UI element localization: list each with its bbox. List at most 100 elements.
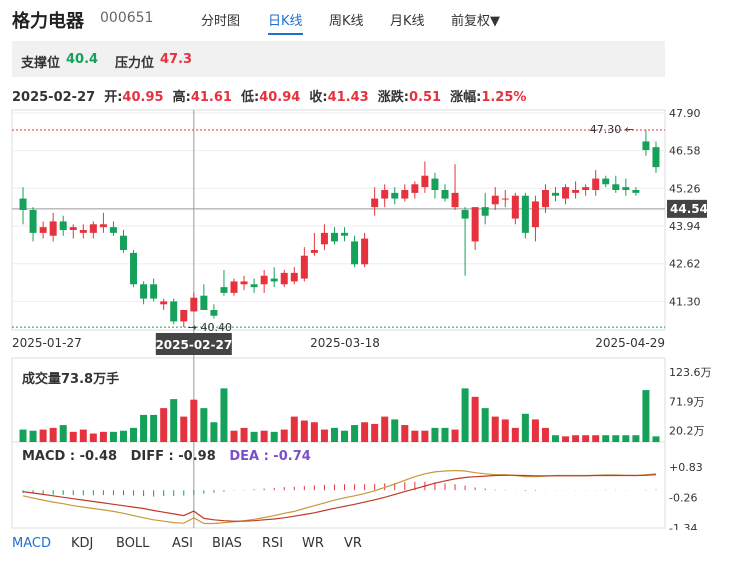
- candle-body: [341, 232, 349, 236]
- candle-body: [391, 192, 399, 199]
- candle-body: [642, 141, 650, 150]
- macd-y-tick: +0.83: [669, 461, 703, 474]
- candle-body: [371, 198, 379, 208]
- crosshair-price-label: 44.54: [670, 202, 708, 216]
- candle-body: [471, 207, 479, 242]
- candle-body: [230, 281, 238, 293]
- dif-value: DIFF : -0.98: [130, 449, 216, 464]
- candle-body: [210, 310, 218, 316]
- volume-bar: [29, 430, 37, 442]
- macd-y-tick: -0.26: [669, 492, 697, 505]
- indicator-tab-rsi[interactable]: RSI: [262, 536, 283, 551]
- volume-bar: [230, 430, 238, 442]
- indicator-tab-wr[interactable]: WR: [302, 536, 324, 551]
- candle-body: [622, 187, 630, 190]
- volume-bar: [451, 429, 459, 442]
- volume-bar: [501, 419, 509, 442]
- volume-bar: [531, 419, 539, 442]
- volume-bar: [310, 422, 318, 442]
- crosshair-date-label: 2025-02-27: [155, 338, 232, 352]
- candle-body: [160, 301, 168, 305]
- max-price-label: 47.30 ←: [590, 123, 634, 136]
- candle-body: [632, 190, 640, 193]
- indicator-tab-kdj[interactable]: KDJ: [71, 536, 93, 551]
- indicator-tab-vr[interactable]: VR: [344, 536, 362, 551]
- volume-bar: [180, 416, 188, 442]
- volume-bar: [351, 425, 359, 442]
- volume-bar: [19, 429, 27, 442]
- volume-bar: [582, 435, 590, 442]
- candle-body: [170, 301, 178, 322]
- volume-bar: [79, 429, 87, 442]
- candle-body: [250, 284, 258, 288]
- indicator-tab-macd[interactable]: MACD: [12, 536, 51, 551]
- volume-y-tick: 71.9万: [669, 395, 705, 408]
- volume-bar: [59, 425, 67, 442]
- volume-bar: [119, 430, 127, 442]
- volume-bar: [521, 413, 529, 442]
- indicator-tab-asi[interactable]: ASI: [172, 536, 193, 551]
- candle-body: [19, 198, 27, 210]
- volume-bar: [290, 416, 298, 442]
- macd-legend: MACD : -0.48 DIFF : -0.98 DEA : -0.74: [22, 449, 311, 464]
- dea-line: [22, 474, 657, 522]
- dea-value: DEA : -0.74: [229, 449, 311, 464]
- candle-body: [39, 227, 47, 233]
- volume-bar: [150, 414, 158, 442]
- candle-body: [582, 187, 590, 190]
- candle-body: [612, 184, 620, 190]
- candle-body: [521, 195, 529, 233]
- volume-bar: [99, 431, 107, 442]
- candle-body: [361, 238, 369, 265]
- candle-body: [330, 232, 338, 242]
- candle-body: [140, 284, 148, 299]
- candle-body: [451, 192, 459, 208]
- volume-bar: [642, 390, 650, 442]
- candle-body: [69, 227, 77, 230]
- indicator-tab-bias[interactable]: BIAS: [212, 536, 242, 551]
- candle-body: [411, 184, 419, 193]
- candle-body: [541, 190, 549, 208]
- volume-bar: [411, 430, 419, 442]
- kline-y-tick: 41.30: [669, 295, 701, 308]
- candle-body: [270, 278, 278, 282]
- volume-bar: [39, 429, 47, 442]
- candle-body: [562, 187, 570, 199]
- volume-bar: [491, 416, 499, 442]
- volume-bar: [602, 435, 610, 442]
- candle-body: [552, 192, 560, 196]
- kline-frame: [11, 109, 666, 331]
- candle-body: [180, 310, 188, 322]
- volume-bar: [49, 427, 57, 442]
- volume-bar: [441, 427, 449, 442]
- candle-body: [29, 210, 37, 233]
- candle-body: [220, 287, 228, 293]
- indicator-tab-boll[interactable]: BOLL: [116, 536, 149, 551]
- volume-bar: [250, 431, 258, 442]
- candle-body: [351, 241, 359, 265]
- candle-body: [491, 195, 499, 205]
- candle-body: [441, 190, 449, 199]
- volume-bar: [280, 429, 288, 442]
- volume-bar: [190, 399, 198, 442]
- volume-bar: [109, 431, 117, 442]
- macd-value: MACD : -0.48: [22, 449, 118, 464]
- volume-bar: [371, 423, 379, 442]
- kline-y-tick: 46.58: [669, 145, 701, 158]
- volume-title: 成交量73.8万手: [22, 372, 120, 387]
- candle-body: [501, 198, 509, 200]
- candle-body: [531, 201, 539, 228]
- x-label-start: 2025-01-27: [12, 336, 82, 350]
- x-label-mid: 2025-03-18: [310, 336, 380, 350]
- volume-bar: [240, 427, 248, 442]
- volume-bar: [220, 388, 228, 442]
- volume-bar: [592, 435, 600, 442]
- candle-body: [280, 272, 288, 285]
- volume-bar: [541, 427, 549, 442]
- candle-body: [481, 207, 489, 216]
- volume-bar: [160, 408, 168, 442]
- volume-bar: [562, 436, 570, 442]
- volume-bar: [552, 435, 560, 442]
- candle-body: [461, 210, 469, 219]
- volume-bar: [140, 414, 148, 442]
